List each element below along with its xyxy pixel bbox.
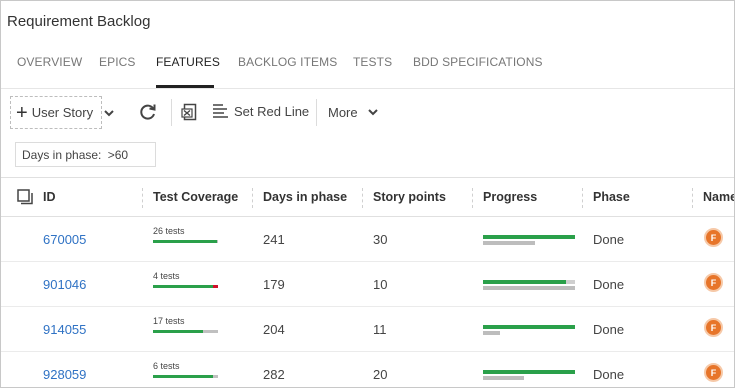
- select-all-icon[interactable]: [17, 189, 34, 208]
- row-id-link[interactable]: 901046: [43, 277, 86, 292]
- days-in-phase-value: 241: [263, 232, 285, 247]
- test-coverage-bar: [153, 285, 218, 288]
- column-separator: [472, 188, 473, 208]
- lines-icon: [213, 104, 228, 118]
- column-separator: [692, 188, 693, 208]
- progress-bar-bottom: [483, 286, 575, 290]
- tab-features[interactable]: FEATURES: [156, 55, 220, 69]
- tab-overview[interactable]: OVERVIEW: [17, 55, 82, 69]
- phase-value: Done: [593, 367, 625, 382]
- days-in-phase-value: 179: [263, 277, 285, 292]
- tab-bdd-specifications[interactable]: BDD SPECIFICATIONS: [413, 55, 543, 69]
- progress-bar-bottom: [483, 331, 575, 335]
- toolbar-divider: [171, 99, 172, 126]
- plus-icon: +: [16, 101, 28, 124]
- story-points-value: 20: [373, 367, 388, 382]
- table-row[interactable]: 901046 4 tests 179 10 Done F: [1, 262, 734, 307]
- chevron-down-icon: [367, 109, 378, 116]
- avatar[interactable]: F: [704, 228, 723, 247]
- tab-bar: OVERVIEW EPICS FEATURES BACKLOG ITEMS TE…: [1, 45, 734, 88]
- column-separator: [142, 188, 143, 208]
- test-coverage-bar: [153, 240, 218, 243]
- add-button-label: User Story: [31, 105, 94, 120]
- avatar[interactable]: F: [704, 318, 723, 337]
- story-points-value: 30: [373, 232, 388, 247]
- coverage-pass-fill: [153, 240, 217, 243]
- toolbar-divider: [316, 99, 317, 126]
- set-red-line-button[interactable]: Set Red Line: [212, 103, 309, 119]
- coverage-pass-fill: [153, 285, 213, 288]
- row-id-link[interactable]: 670005: [43, 232, 86, 247]
- table-row[interactable]: 914055 17 tests 204 11 Done F: [1, 307, 734, 352]
- test-count: 17 tests: [153, 316, 185, 326]
- table-row[interactable]: 670005 26 tests 241 30 Done F: [1, 217, 734, 262]
- table-row[interactable]: 928059 6 tests 282 20 Done F: [1, 352, 734, 387]
- tab-tests[interactable]: TESTS: [353, 55, 392, 69]
- grid-header: ID Test Coverage Days in phase Story poi…: [1, 177, 734, 217]
- test-count: 4 tests: [153, 271, 180, 281]
- coverage-fail-fill: [213, 285, 218, 288]
- row-id-link[interactable]: 928059: [43, 367, 86, 382]
- days-in-phase-filter[interactable]: Days in phase: >60: [15, 142, 156, 167]
- progress-bar-top: [483, 370, 575, 374]
- export-excel-icon[interactable]: [181, 103, 199, 121]
- column-id[interactable]: ID: [43, 190, 56, 204]
- filter-label: Days in phase:: [22, 148, 102, 162]
- coverage-pass-fill: [153, 330, 203, 333]
- set-red-line-label: Set Red Line: [234, 103, 310, 119]
- row-id-link[interactable]: 914055: [43, 322, 86, 337]
- avatar[interactable]: F: [704, 273, 723, 292]
- column-phase[interactable]: Phase: [593, 190, 630, 204]
- progress-bar-bottom: [483, 241, 575, 245]
- tab-backlog-items[interactable]: BACKLOG ITEMS: [238, 55, 337, 69]
- phase-value: Done: [593, 277, 625, 292]
- filter-value: >60: [107, 148, 129, 162]
- add-dropdown-chevron-icon[interactable]: [104, 105, 114, 120]
- tab-epics[interactable]: EPICS: [99, 55, 136, 69]
- more-label: More: [328, 105, 358, 120]
- phase-value: Done: [593, 322, 625, 337]
- test-coverage-bar: [153, 330, 218, 333]
- column-progress[interactable]: Progress: [483, 190, 537, 204]
- more-button[interactable]: More: [328, 105, 378, 120]
- column-days-in-phase[interactable]: Days in phase: [263, 190, 347, 204]
- avatar[interactable]: F: [704, 363, 723, 382]
- column-separator: [252, 188, 253, 208]
- progress-bar-top: [483, 325, 575, 329]
- days-in-phase-value: 282: [263, 367, 285, 382]
- story-points-value: 11: [373, 322, 387, 337]
- column-separator: [362, 188, 363, 208]
- divider: [1, 88, 734, 89]
- add-user-story-button[interactable]: + User Story: [10, 96, 102, 129]
- days-in-phase-value: 204: [263, 322, 285, 337]
- test-coverage-bar: [153, 375, 218, 378]
- phase-value: Done: [593, 232, 625, 247]
- refresh-icon[interactable]: [138, 102, 158, 122]
- column-name[interactable]: Name: [703, 190, 734, 204]
- column-test-coverage[interactable]: Test Coverage: [153, 190, 238, 204]
- column-story-points[interactable]: Story points: [373, 190, 446, 204]
- coverage-pass-fill: [153, 375, 213, 378]
- test-count: 6 tests: [153, 361, 180, 371]
- backlog-window: Requirement Backlog OVERVIEW EPICS FEATU…: [0, 0, 735, 388]
- progress-bar-top: [483, 235, 575, 239]
- test-count: 26 tests: [153, 226, 185, 236]
- progress-bar-bottom: [483, 376, 575, 380]
- page-title: Requirement Backlog: [7, 13, 151, 30]
- story-points-value: 10: [373, 277, 388, 292]
- column-separator: [582, 188, 583, 208]
- progress-bar-top: [483, 280, 575, 284]
